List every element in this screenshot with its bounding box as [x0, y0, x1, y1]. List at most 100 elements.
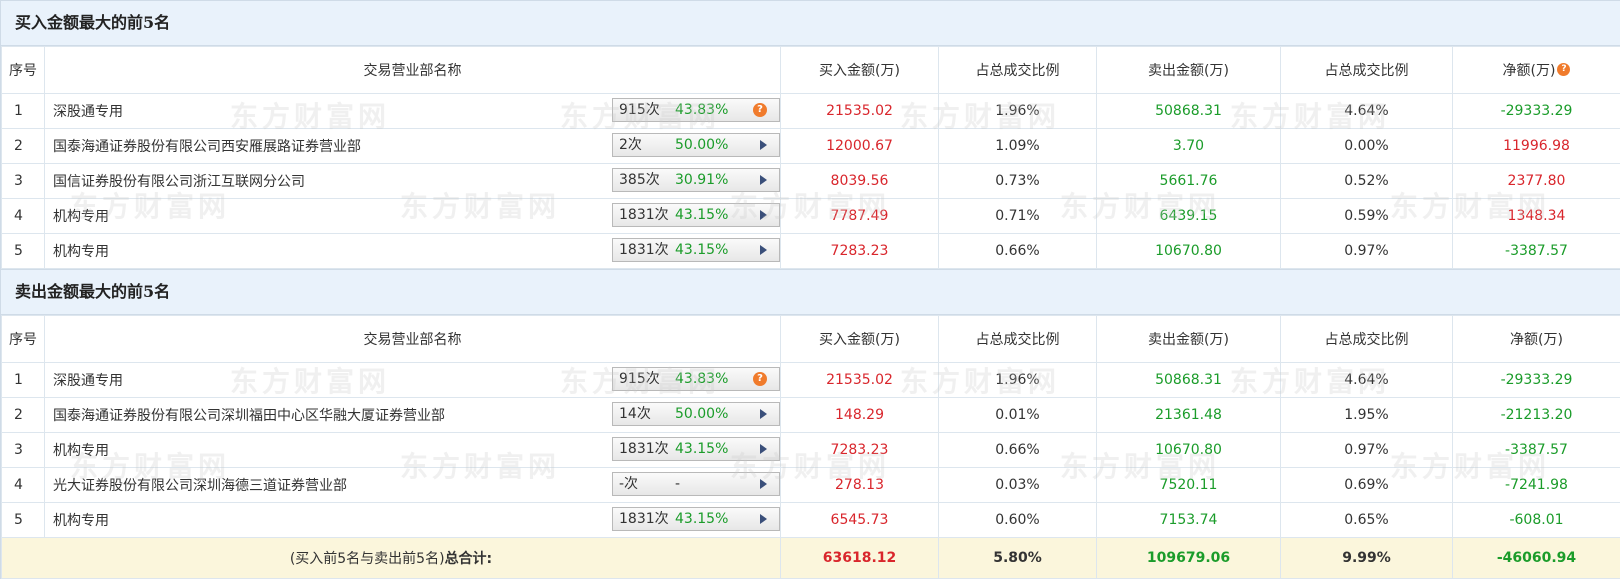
table-row: 3 国信证券股份有限公司浙江互联网分公司 385次 30.91% 8039.56 0.73… [1, 163, 1620, 199]
seat-stats-button[interactable]: 1831次 43.15% [612, 437, 780, 461]
col-header-net-amount: 净额(万) [1452, 315, 1620, 363]
buy-amount: 8039.56 [780, 163, 939, 199]
sell-amount: 7520.11 [1096, 467, 1281, 503]
total-sell-ratio: 9.99% [1280, 537, 1453, 579]
table-row: 2 国泰海通证券股份有限公司深圳福田中心区华融大厦证券营业部 14次 50.00% 14… [1, 397, 1620, 433]
col-header-buy-amount: 买入金额(万) [780, 315, 939, 363]
play-icon[interactable] [760, 479, 767, 489]
seat-stats-button[interactable]: 915次 43.83%? [612, 98, 780, 122]
play-icon[interactable] [760, 245, 767, 255]
buy-ratio: 1.09% [938, 128, 1097, 164]
buy-ratio: 0.66% [938, 233, 1097, 269]
table-row: 1 深股通专用 915次 43.83%? 21535.02 1.96% 50868.31 4.… [1, 362, 1620, 398]
seat-trade-count: 1831次 [619, 207, 669, 223]
net-amount: 11996.98 [1452, 128, 1620, 164]
col-header-index: 序号 [1, 46, 45, 94]
seat-name-link[interactable]: 机构专用 [53, 241, 109, 261]
sell-amount: 3.70 [1096, 128, 1281, 164]
sell-top5-title: 卖出金额最大的前5名 [1, 269, 1620, 315]
col-header-sell-ratio: 占总成交比例 [1280, 315, 1453, 363]
seat-name-cell: 国泰海通证券股份有限公司西安雁展路证券营业部 2次 50.00% [44, 128, 781, 164]
play-icon[interactable] [760, 514, 767, 524]
play-icon[interactable] [760, 140, 767, 150]
sell-ratio: 0.97% [1280, 432, 1453, 468]
seat-stats-button[interactable]: 1831次 43.15% [612, 203, 780, 227]
play-icon[interactable] [760, 175, 767, 185]
seat-trade-count: 915次 [619, 102, 660, 118]
play-icon[interactable] [760, 444, 767, 454]
dragon-tiger-list-page: 买入金额最大的前5名 序号 交易营业部名称 买入金额(万) 占总成交比例 卖出金… [0, 0, 1620, 579]
seat-trade-count: 1831次 [619, 511, 669, 527]
buy-ratio: 1.96% [938, 362, 1097, 398]
seat-win-rate: 43.15% [675, 511, 729, 527]
seat-stats-button[interactable]: 1831次 43.15% [612, 507, 780, 531]
buy-top5-title: 买入金额最大的前5名 [1, 0, 1620, 46]
row-index: 1 [1, 362, 45, 398]
seat-name-link[interactable]: 国泰海通证券股份有限公司深圳福田中心区华融大厦证券营业部 [53, 405, 445, 425]
buy-amount: 7283.23 [780, 233, 939, 269]
row-index: 5 [1, 233, 45, 269]
row-index: 4 [1, 467, 45, 503]
help-icon[interactable]: ? [753, 372, 767, 386]
seat-win-rate: 43.15% [675, 242, 729, 258]
seat-name-link[interactable]: 机构专用 [53, 440, 109, 460]
seat-trade-count: 1831次 [619, 441, 669, 457]
row-index: 4 [1, 198, 45, 234]
seat-stats-button[interactable]: 2次 50.00% [612, 133, 780, 157]
help-icon[interactable]: ? [753, 103, 767, 117]
sell-ratio: 0.65% [1280, 502, 1453, 538]
buy-amount: 7283.23 [780, 432, 939, 468]
buy-top5-body: 1 深股通专用 915次 43.83%? 21535.02 1.96% 50868.31 4.… [1, 93, 1620, 269]
seat-trade-count: 1831次 [619, 242, 669, 258]
row-index: 2 [1, 128, 45, 164]
seat-name-link[interactable]: 光大证券股份有限公司深圳海德三道证券营业部 [53, 475, 347, 495]
seat-name-link[interactable]: 国泰海通证券股份有限公司西安雁展路证券营业部 [53, 136, 361, 156]
table-header-row: 序号 交易营业部名称 买入金额(万) 占总成交比例 卖出金额(万) 占总成交比例… [1, 315, 1620, 363]
seat-name-cell: 机构专用 1831次 43.15% [44, 233, 781, 269]
col-header-buy-ratio: 占总成交比例 [938, 315, 1097, 363]
table-row: 1 深股通专用 915次 43.83%? 21535.02 1.96% 50868.31 4.… [1, 93, 1620, 129]
sell-ratio: 0.59% [1280, 198, 1453, 234]
col-header-buy-ratio: 占总成交比例 [938, 46, 1097, 94]
net-amount: -29333.29 [1452, 93, 1620, 129]
col-header-seat-name: 交易营业部名称 [44, 315, 781, 363]
buy-ratio: 0.60% [938, 502, 1097, 538]
seat-win-rate: 50.00% [675, 137, 729, 153]
col-header-net-amount: 净额(万)? [1452, 46, 1620, 94]
seat-name-link[interactable]: 机构专用 [53, 510, 109, 530]
seat-win-rate: 43.83% [675, 102, 729, 118]
seat-name-link[interactable]: 机构专用 [53, 206, 109, 226]
sell-ratio: 0.69% [1280, 467, 1453, 503]
seat-name-cell: 国信证券股份有限公司浙江互联网分公司 385次 30.91% [44, 163, 781, 199]
col-header-sell-ratio: 占总成交比例 [1280, 46, 1453, 94]
sell-top5-table: 序号 交易营业部名称 买入金额(万) 占总成交比例 卖出金额(万) 占总成交比例… [1, 315, 1620, 579]
seat-stats-button[interactable]: -次 - [612, 472, 780, 496]
help-icon[interactable]: ? [1557, 63, 1571, 76]
play-icon[interactable] [760, 210, 767, 220]
buy-amount: 6545.73 [780, 502, 939, 538]
sell-amount: 10670.80 [1096, 432, 1281, 468]
seat-stats-button[interactable]: 14次 50.00% [612, 402, 780, 426]
sell-ratio: 1.95% [1280, 397, 1453, 433]
buy-amount: 21535.02 [780, 362, 939, 398]
seat-name-link[interactable]: 国信证券股份有限公司浙江互联网分公司 [53, 171, 305, 191]
row-index: 5 [1, 502, 45, 538]
total-label-prefix: (买入前5名与卖出前5名) [289, 551, 445, 567]
table-header-row: 序号 交易营业部名称 买入金额(万) 占总成交比例 卖出金额(万) 占总成交比例… [1, 46, 1620, 94]
seat-name-link[interactable]: 深股通专用 [53, 370, 123, 390]
sell-ratio: 4.64% [1280, 362, 1453, 398]
total-label: (买入前5名与卖出前5名)总合计: [1, 537, 781, 579]
table-row: 4 机构专用 1831次 43.15% 7787.49 0.71% 6439.15 0.59%… [1, 198, 1620, 234]
buy-ratio: 0.71% [938, 198, 1097, 234]
seat-name-link[interactable]: 深股通专用 [53, 101, 123, 121]
buy-amount: 7787.49 [780, 198, 939, 234]
row-index: 1 [1, 93, 45, 129]
table-row: 5 机构专用 1831次 43.15% 6545.73 0.60% 7153.74 0.65%… [1, 502, 1620, 538]
total-label-bold: 总合计: [444, 551, 493, 567]
play-icon[interactable] [760, 409, 767, 419]
seat-stats-button[interactable]: 385次 30.91% [612, 168, 780, 192]
seat-stats-button[interactable]: 915次 43.83%? [612, 367, 780, 391]
sell-top5-body: 1 深股通专用 915次 43.83%? 21535.02 1.96% 50868.31 4.… [1, 362, 1620, 538]
seat-stats-button[interactable]: 1831次 43.15% [612, 238, 780, 262]
buy-amount: 278.13 [780, 467, 939, 503]
